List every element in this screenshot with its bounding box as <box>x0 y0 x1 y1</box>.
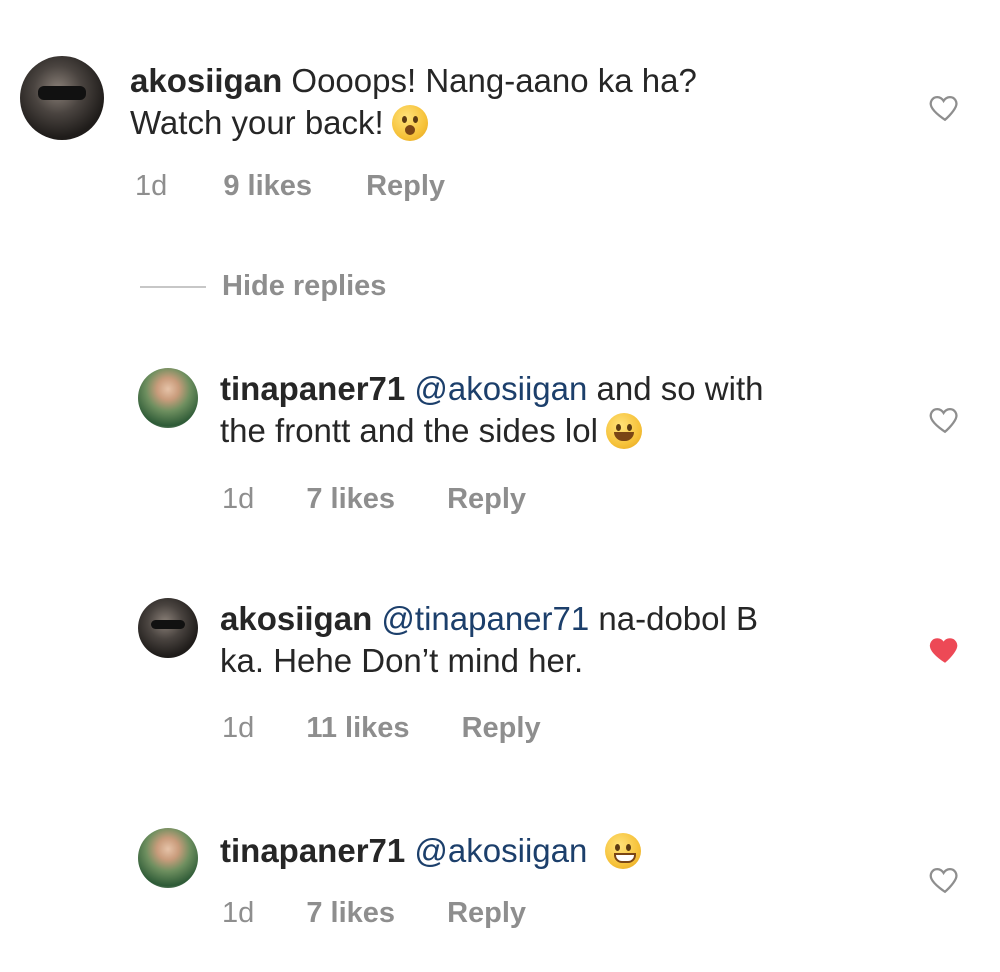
comment-username[interactable]: tinapaner71 <box>220 832 405 869</box>
heart-icon[interactable] <box>928 90 962 124</box>
comment-meta: 1d 7 likes Reply <box>222 897 526 930</box>
comment-meta: 1d 11 likes Reply <box>222 712 541 745</box>
comment-likes[interactable]: 9 likes <box>223 170 312 203</box>
reply-button[interactable]: Reply <box>462 712 541 745</box>
comment-text: tinapaner71 @akosiigan <box>220 830 642 872</box>
comment-time: 1d <box>222 712 255 744</box>
comment-likes[interactable]: 7 likes <box>306 483 395 516</box>
hide-replies-button[interactable]: Hide replies <box>140 270 386 303</box>
comment-time: 1d <box>135 170 168 202</box>
avatar[interactable] <box>138 368 198 428</box>
reply-button[interactable]: Reply <box>366 170 445 203</box>
heart-icon[interactable] <box>928 402 962 436</box>
mention-link[interactable]: @akosiigan <box>414 370 587 407</box>
comment-likes[interactable]: 11 likes <box>306 712 409 745</box>
comment-text: akosiigan Oooops! Nang-aano ka ha? Watch… <box>130 62 697 141</box>
comment-text: tinapaner71 @akosiigan and so with the f… <box>220 370 764 449</box>
divider-line <box>140 285 206 288</box>
reply-button[interactable]: Reply <box>447 897 526 930</box>
avatar[interactable] <box>20 56 104 140</box>
avatar[interactable] <box>138 598 198 658</box>
heart-icon[interactable] <box>928 862 962 896</box>
tears-of-joy-emoji-icon <box>605 413 642 449</box>
comment-likes[interactable]: 7 likes <box>306 897 395 930</box>
comment-username[interactable]: akosiigan <box>220 600 372 637</box>
hushed-face-emoji-icon <box>391 105 428 141</box>
comment-time: 1d <box>222 897 255 929</box>
comment-text: akosiigan @tinapaner71 na-dobol B ka. He… <box>220 600 759 679</box>
grinning-face-emoji-icon <box>605 833 642 869</box>
mention-link[interactable]: @akosiigan <box>414 832 587 869</box>
heart-icon-liked[interactable] <box>928 632 962 666</box>
mention-link[interactable]: @tinapaner71 <box>381 600 589 637</box>
comment-meta: 1d 9 likes Reply <box>135 170 445 203</box>
avatar[interactable] <box>138 828 198 888</box>
comment-time: 1d <box>222 483 255 515</box>
reply-button[interactable]: Reply <box>447 483 526 516</box>
comment-username[interactable]: tinapaner71 <box>220 370 405 407</box>
comment-meta: 1d 7 likes Reply <box>222 483 526 516</box>
comment-username[interactable]: akosiigan <box>130 62 282 99</box>
